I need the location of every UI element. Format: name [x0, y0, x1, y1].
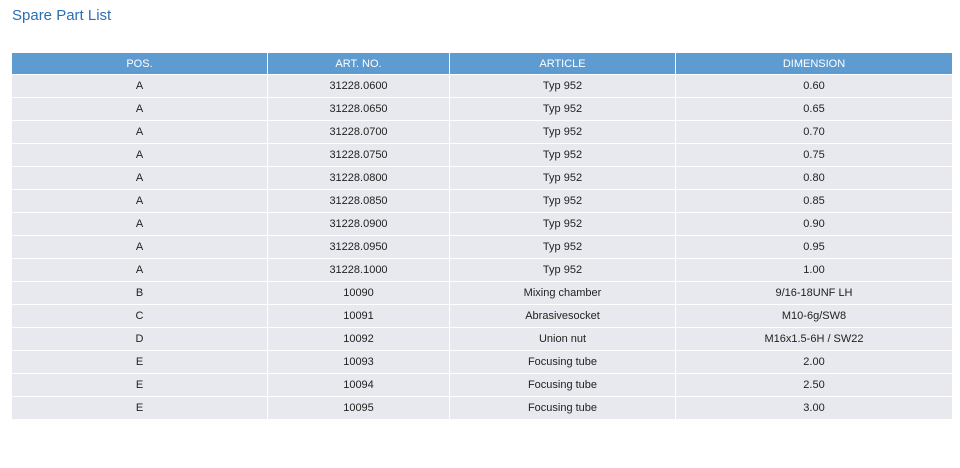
- cell-article: Typ 952: [450, 97, 676, 120]
- cell-art-no: 10091: [268, 304, 450, 327]
- cell-article: Typ 952: [450, 258, 676, 281]
- table-row: A 31228.0950 Typ 952 0.95: [12, 235, 952, 258]
- cell-article: Focusing tube: [450, 350, 676, 373]
- cell-dimension: 3.00: [676, 396, 952, 419]
- cell-pos: A: [12, 166, 268, 189]
- cell-art-no: 31228.0600: [268, 74, 450, 97]
- table-row: E 10094 Focusing tube 2.50: [12, 373, 952, 396]
- column-header-article: ARTICLE: [450, 53, 676, 74]
- table-row: A 31228.0900 Typ 952 0.90: [12, 212, 952, 235]
- table-row: D 10092 Union nut M16x1.5-6H / SW22: [12, 327, 952, 350]
- cell-art-no: 31228.0850: [268, 189, 450, 212]
- cell-pos: D: [12, 327, 268, 350]
- cell-art-no: 31228.0950: [268, 235, 450, 258]
- cell-pos: E: [12, 350, 268, 373]
- cell-pos: A: [12, 143, 268, 166]
- cell-dimension: M16x1.5-6H / SW22: [676, 327, 952, 350]
- cell-art-no: 10092: [268, 327, 450, 350]
- cell-dimension: 0.70: [676, 120, 952, 143]
- table-row: A 31228.0750 Typ 952 0.75: [12, 143, 952, 166]
- column-header-art-no: ART. NO.: [268, 53, 450, 74]
- cell-art-no: 31228.1000: [268, 258, 450, 281]
- cell-article: Abrasivesocket: [450, 304, 676, 327]
- cell-art-no: 31228.0650: [268, 97, 450, 120]
- cell-dimension: 0.60: [676, 74, 952, 97]
- cell-art-no: 10093: [268, 350, 450, 373]
- cell-dimension: 0.65: [676, 97, 952, 120]
- cell-art-no: 31228.0800: [268, 166, 450, 189]
- cell-article: Typ 952: [450, 235, 676, 258]
- table-row: A 31228.0800 Typ 952 0.80: [12, 166, 952, 189]
- cell-pos: A: [12, 97, 268, 120]
- cell-dimension: M10-6g/SW8: [676, 304, 952, 327]
- table-row: A 31228.0850 Typ 952 0.85: [12, 189, 952, 212]
- cell-pos: E: [12, 373, 268, 396]
- cell-pos: A: [12, 120, 268, 143]
- table-row: A 31228.0700 Typ 952 0.70: [12, 120, 952, 143]
- table-header-row: POS. ART. NO. ARTICLE DIMENSION: [12, 53, 952, 74]
- cell-dimension: 0.90: [676, 212, 952, 235]
- cell-dimension: 0.95: [676, 235, 952, 258]
- cell-art-no: 31228.0700: [268, 120, 450, 143]
- cell-art-no: 10094: [268, 373, 450, 396]
- page: Spare Part List POS. ART. NO. ARTICLE DI…: [0, 0, 960, 468]
- table-row: A 31228.0600 Typ 952 0.60: [12, 74, 952, 97]
- cell-art-no: 31228.0750: [268, 143, 450, 166]
- table-body: A 31228.0600 Typ 952 0.60 A 31228.0650 Typ 952…: [12, 74, 952, 419]
- table-row: E 10095 Focusing tube 3.00: [12, 396, 952, 419]
- cell-pos: A: [12, 189, 268, 212]
- spare-part-table: POS. ART. NO. ARTICLE DIMENSION A 31228.0…: [12, 53, 952, 419]
- cell-pos: A: [12, 212, 268, 235]
- cell-pos: E: [12, 396, 268, 419]
- cell-pos: A: [12, 235, 268, 258]
- cell-art-no: 10095: [268, 396, 450, 419]
- cell-article: Typ 952: [450, 212, 676, 235]
- page-title: Spare Part List: [12, 7, 112, 24]
- cell-article: Union nut: [450, 327, 676, 350]
- cell-dimension: 0.75: [676, 143, 952, 166]
- cell-art-no: 10090: [268, 281, 450, 304]
- cell-article: Typ 952: [450, 143, 676, 166]
- cell-article: Focusing tube: [450, 396, 676, 419]
- table-row: E 10093 Focusing tube 2.00: [12, 350, 952, 373]
- cell-dimension: 1.00: [676, 258, 952, 281]
- cell-pos: B: [12, 281, 268, 304]
- table-row: C 10091 Abrasivesocket M10-6g/SW8: [12, 304, 952, 327]
- cell-article: Typ 952: [450, 189, 676, 212]
- table-row: A 31228.1000 Typ 952 1.00: [12, 258, 952, 281]
- cell-article: Mixing chamber: [450, 281, 676, 304]
- cell-article: Typ 952: [450, 166, 676, 189]
- table-row: B 10090 Mixing chamber 9/16-18UNF LH: [12, 281, 952, 304]
- cell-dimension: 2.00: [676, 350, 952, 373]
- cell-dimension: 0.80: [676, 166, 952, 189]
- cell-dimension: 0.85: [676, 189, 952, 212]
- cell-article: Typ 952: [450, 74, 676, 97]
- cell-dimension: 9/16-18UNF LH: [676, 281, 952, 304]
- cell-pos: A: [12, 258, 268, 281]
- cell-article: Focusing tube: [450, 373, 676, 396]
- cell-art-no: 31228.0900: [268, 212, 450, 235]
- cell-article: Typ 952: [450, 120, 676, 143]
- column-header-pos: POS.: [12, 53, 268, 74]
- table-row: A 31228.0650 Typ 952 0.65: [12, 97, 952, 120]
- column-header-dimension: DIMENSION: [676, 53, 952, 74]
- cell-dimension: 2.50: [676, 373, 952, 396]
- cell-pos: A: [12, 74, 268, 97]
- cell-pos: C: [12, 304, 268, 327]
